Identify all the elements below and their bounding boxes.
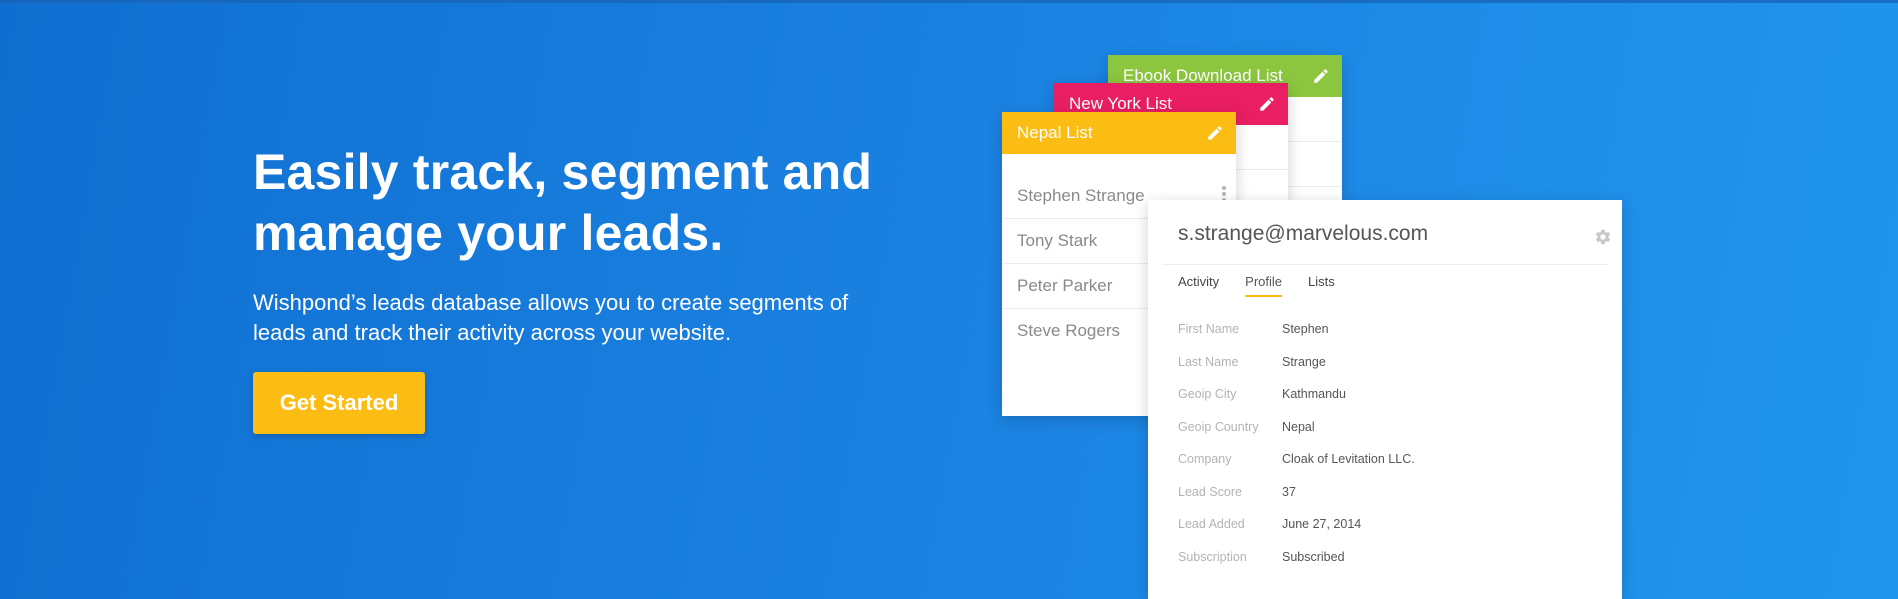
field-value: Subscribed (1282, 549, 1345, 564)
top-border (0, 0, 1898, 3)
hero-title-line-1: Easily track, segment and (253, 144, 873, 200)
field-first-name: First Name Stephen (1178, 322, 1415, 355)
list-title-nepal: Nepal List (1017, 123, 1093, 142)
field-label: Geoip City (1178, 387, 1237, 401)
gear-icon[interactable] (1594, 228, 1612, 246)
profile-fields: First Name Stephen Last Name Strange Geo… (1178, 322, 1415, 582)
field-label: First Name (1178, 322, 1240, 336)
divider (1162, 264, 1608, 265)
field-label: Company (1178, 452, 1232, 466)
tab-profile[interactable]: Profile (1245, 274, 1283, 297)
field-label: Last Name (1178, 354, 1239, 369)
lead-name: Peter Parker (1017, 276, 1113, 295)
field-label: Geoip Country (1178, 419, 1259, 434)
lead-name: Stephen Strange (1017, 186, 1145, 205)
hero-title: Easily track, segment and manage your le… (253, 142, 893, 264)
profile-tabs: Activity Profile Lists (1178, 274, 1361, 297)
lead-name: Tony Stark (1017, 231, 1098, 250)
get-started-button[interactable]: Get Started (253, 372, 425, 434)
field-lead-added: Lead Added June 27, 2014 (1178, 517, 1415, 550)
hero-description: Wishpond’s leads database allows you to … (253, 290, 849, 345)
hero-section: Easily track, segment and manage your le… (253, 142, 893, 348)
field-label: Lead Added (1178, 517, 1245, 531)
list-header-nepal[interactable]: Nepal List (1002, 112, 1236, 154)
field-geoip-country: Geoip Country Nepal (1178, 420, 1415, 453)
field-geoip-city: Geoip City Kathmandu (1178, 387, 1415, 420)
field-value: Kathmandu (1282, 387, 1346, 401)
field-last-name: Last Name Strange (1178, 355, 1415, 388)
field-value: Nepal (1282, 419, 1315, 434)
field-label: Subscription (1178, 549, 1247, 564)
pencil-icon[interactable] (1258, 95, 1276, 113)
tab-activity[interactable]: Activity (1178, 274, 1219, 297)
pencil-icon[interactable] (1312, 67, 1330, 85)
lead-email: s.strange@marvelous.com (1178, 222, 1429, 245)
pencil-icon[interactable] (1206, 124, 1224, 142)
field-label: Lead Score (1178, 484, 1242, 499)
field-value: 37 (1282, 484, 1296, 499)
field-company: Company Cloak of Levitation LLC. (1178, 452, 1415, 485)
field-value: Stephen (1282, 322, 1329, 336)
tab-lists[interactable]: Lists (1308, 274, 1335, 297)
field-value: Cloak of Levitation LLC. (1282, 452, 1415, 466)
lead-profile-card: s.strange@marvelous.com Activity Profile… (1148, 200, 1622, 599)
hero-title-line-2: manage your leads. (253, 205, 724, 261)
field-subscription: Subscription Subscribed (1178, 550, 1415, 583)
lead-name: Steve Rogers (1017, 321, 1120, 340)
field-lead-score: Lead Score 37 (1178, 485, 1415, 518)
list-title-new-york: New York List (1069, 94, 1172, 113)
field-value: June 27, 2014 (1282, 517, 1362, 531)
field-value: Strange (1282, 354, 1326, 369)
